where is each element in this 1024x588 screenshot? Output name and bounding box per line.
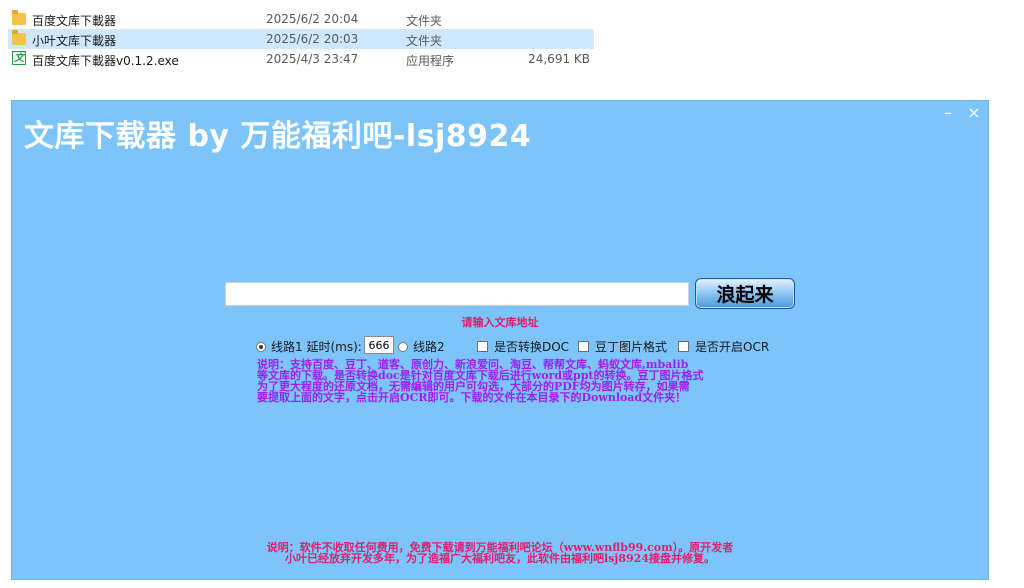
route1-label: 线路1 延时(ms): bbox=[271, 340, 362, 354]
url-hint: 请输入文库地址 bbox=[461, 316, 539, 329]
footer-line: 小叶已经放弃开发多年，为了造福广大福利吧友，此软件由福利吧lsj8924接盘并修… bbox=[285, 552, 715, 565]
ocr-label: 是否开启OCR bbox=[695, 340, 770, 354]
description-text: 说明：支持百度、豆丁、道客、原创力、新浪爱问、淘豆、帮帮文库、蚂蚁文库,mbal… bbox=[257, 359, 777, 403]
douding-format-label: 豆丁图片格式 bbox=[595, 340, 668, 354]
radio-unchecked-icon[interactable] bbox=[398, 341, 408, 352]
start-download-button[interactable]: 浪起来 bbox=[695, 278, 795, 309]
app-title: 文库下载器 by 万能福利吧-lsj8924 bbox=[24, 119, 532, 154]
file-date: 2025/4/3 23:47 bbox=[266, 52, 359, 66]
options-row: 线路1 延时(ms): 线路2 是否转换DOC 豆丁图片格式 是否开启OCR bbox=[256, 336, 776, 356]
checkbox-icon[interactable] bbox=[578, 341, 589, 352]
url-input[interactable] bbox=[225, 282, 689, 306]
file-row-baidu-folder[interactable]: 百度文库下載器 2025/6/2 20:04 文件夹 bbox=[8, 9, 594, 29]
file-row-xiaoye-folder[interactable]: 小叶文库下載器 2025/6/2 20:03 文件夹 bbox=[8, 29, 594, 49]
folder-icon bbox=[12, 10, 28, 27]
convert-doc-label: 是否转换DOC bbox=[494, 340, 570, 354]
file-type: 文件夹 bbox=[406, 14, 443, 28]
file-type: 应用程序 bbox=[406, 54, 455, 68]
file-name: 百度文库下載器v0.1.2.exe bbox=[32, 54, 179, 68]
footer-note: 说明：软件不收取任何费用，免费下载请到万能福利吧论坛（www.wnflb99.c… bbox=[12, 542, 988, 564]
checkbox-icon[interactable] bbox=[477, 341, 488, 352]
ocr-checkbox[interactable]: 是否开启OCR bbox=[678, 338, 769, 355]
route2-radio[interactable]: 线路2 bbox=[398, 338, 445, 355]
downloader-window: 文库下载器 by 万能福利吧-lsj8924 – × 浪起来 请输入文库地址 线… bbox=[11, 100, 989, 580]
file-type: 文件夹 bbox=[406, 34, 443, 48]
description-line: 要提取上面的文字，点击开启OCR即可。下载的文件在本目录下的Download文件… bbox=[257, 391, 687, 404]
close-button[interactable]: × bbox=[964, 103, 984, 122]
file-date: 2025/6/2 20:04 bbox=[266, 12, 359, 26]
file-name: 小叶文库下載器 bbox=[32, 34, 117, 48]
douding-format-checkbox[interactable]: 豆丁图片格式 bbox=[578, 338, 667, 355]
checkbox-icon[interactable] bbox=[678, 341, 689, 352]
file-name: 百度文库下載器 bbox=[32, 14, 117, 28]
route2-label: 线路2 bbox=[413, 340, 445, 354]
file-size: 24,691 KB bbox=[528, 52, 590, 66]
delay-input[interactable] bbox=[364, 336, 394, 354]
folder-icon bbox=[12, 30, 28, 47]
route1-radio[interactable]: 线路1 延时(ms): bbox=[256, 338, 362, 355]
exe-icon: 文 bbox=[12, 51, 26, 65]
minimize-button[interactable]: – bbox=[938, 103, 958, 122]
file-date: 2025/6/2 20:03 bbox=[266, 32, 359, 46]
radio-checked-icon[interactable] bbox=[256, 341, 266, 352]
convert-doc-checkbox[interactable]: 是否转换DOC bbox=[477, 338, 569, 355]
file-row-exe[interactable]: 文 百度文库下載器v0.1.2.exe 2025/4/3 23:47 应用程序 … bbox=[8, 49, 594, 69]
